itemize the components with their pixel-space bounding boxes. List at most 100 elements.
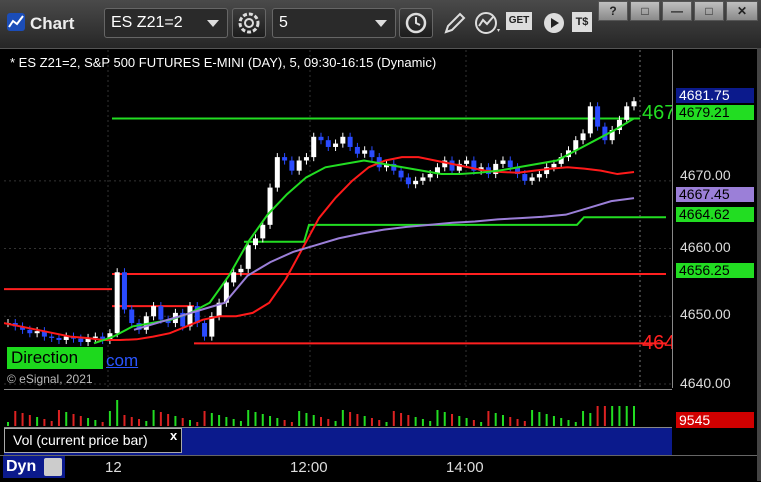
maximize-button[interactable]: □ — [694, 1, 724, 21]
volume-bar — [138, 419, 141, 426]
volume-bar — [305, 413, 308, 426]
volume-bar — [414, 417, 417, 426]
volume-bar — [349, 412, 352, 426]
candle-body — [507, 160, 513, 168]
volume-bar — [232, 419, 235, 426]
candle-body — [318, 136, 324, 141]
volume-bar — [14, 411, 17, 426]
volume-bar — [523, 421, 526, 426]
x-tick-label: 12:00 — [290, 459, 328, 476]
last-price-tag: 4681.75 — [676, 88, 754, 103]
candle-body — [551, 163, 557, 168]
candle-body — [325, 140, 331, 147]
direction-label: Direction — [7, 347, 103, 369]
volume-bars-svg — [7, 400, 635, 426]
interval-input[interactable]: 5 — [272, 8, 396, 38]
close-study-icon[interactable]: x — [170, 428, 177, 443]
volume-bar — [552, 416, 555, 426]
candle-body — [580, 133, 586, 141]
minimize-button[interactable]: — — [662, 1, 692, 21]
candle-body — [202, 323, 208, 337]
time-and-sales-button[interactable]: T$ — [572, 12, 592, 32]
y-tick-label: 4670.00 — [680, 167, 731, 183]
candle-body — [282, 157, 288, 161]
volume-bar — [611, 406, 614, 426]
volume-bar — [145, 421, 148, 426]
candle-body — [274, 157, 280, 188]
volume-bar — [509, 417, 512, 426]
candle-body — [449, 160, 455, 171]
candle-body — [340, 136, 346, 144]
candle-body — [34, 331, 40, 334]
candle-body — [420, 177, 426, 181]
candle-body — [369, 150, 375, 158]
candle-body — [405, 177, 411, 185]
candle-body — [413, 180, 419, 185]
link-icon[interactable] — [44, 458, 62, 476]
candle-body — [238, 268, 244, 273]
interval-clock-button[interactable] — [399, 8, 433, 38]
restore-button[interactable]: □ — [630, 1, 660, 21]
volume-bar — [400, 413, 403, 426]
volume-bar — [472, 420, 475, 426]
volume-bar — [356, 414, 359, 426]
volume-bar — [239, 421, 242, 426]
volume-bar — [298, 411, 301, 426]
gear-icon — [238, 12, 260, 34]
volume-bar — [574, 422, 577, 426]
candle-body — [92, 336, 98, 338]
close-button[interactable]: ✕ — [726, 1, 758, 21]
price-chart[interactable] — [3, 50, 672, 388]
candle-body — [129, 309, 135, 324]
volume-bar — [370, 418, 373, 426]
volume-bar — [480, 422, 483, 426]
candle-body — [289, 160, 295, 171]
candle-body — [333, 143, 339, 147]
pencil-icon[interactable] — [440, 8, 468, 38]
interval-value: 5 — [279, 14, 288, 31]
candle-body — [500, 160, 506, 164]
symbol-settings-button[interactable] — [232, 8, 266, 38]
candle-body — [151, 306, 157, 317]
candle-body — [56, 337, 62, 340]
volume-bar — [436, 410, 439, 426]
volume-bar — [560, 418, 563, 426]
chevron-down-icon[interactable] — [375, 20, 387, 27]
help-button[interactable]: ? — [598, 1, 628, 21]
candle-body — [354, 146, 360, 154]
volume-bar — [261, 414, 264, 426]
candle-body — [464, 160, 470, 164]
volume-bar — [269, 416, 272, 426]
volume-bar — [487, 411, 490, 426]
chart-toolbar: Chart ES Z21=2 5 GET T$ ? □ — □ ✕ — [0, 0, 761, 49]
volume-bar — [392, 411, 395, 426]
volume-bar — [618, 406, 621, 426]
volume-panel[interactable] — [4, 389, 672, 426]
volume-bar — [159, 412, 162, 426]
website-link[interactable]: com — [106, 351, 138, 371]
volume-bar — [334, 421, 337, 426]
candle-body — [296, 160, 302, 171]
volume-study-label[interactable]: Vol (current price bar) — [4, 428, 182, 453]
candle-body — [631, 101, 637, 107]
volume-bar — [407, 415, 410, 426]
play-icon[interactable] — [540, 8, 568, 38]
y-tick-label: 4660.00 — [680, 239, 731, 255]
chevron-down-icon[interactable] — [207, 20, 219, 27]
symbol-input[interactable]: ES Z21=2 — [104, 8, 228, 38]
volume-bar — [174, 416, 177, 426]
candle-body — [231, 272, 237, 283]
candle-body — [624, 106, 630, 120]
candle-body — [362, 150, 368, 154]
candle-body — [398, 170, 404, 178]
get-data-button[interactable]: GET — [506, 12, 532, 30]
candle-body — [347, 136, 353, 147]
study-icon[interactable] — [472, 8, 504, 38]
volume-bar — [290, 422, 293, 426]
volume-bar — [65, 412, 68, 426]
candle-body — [303, 157, 309, 161]
volume-bar — [28, 415, 31, 426]
volume-bar — [545, 414, 548, 426]
volume-bar — [385, 422, 388, 426]
candle-body — [245, 245, 251, 269]
